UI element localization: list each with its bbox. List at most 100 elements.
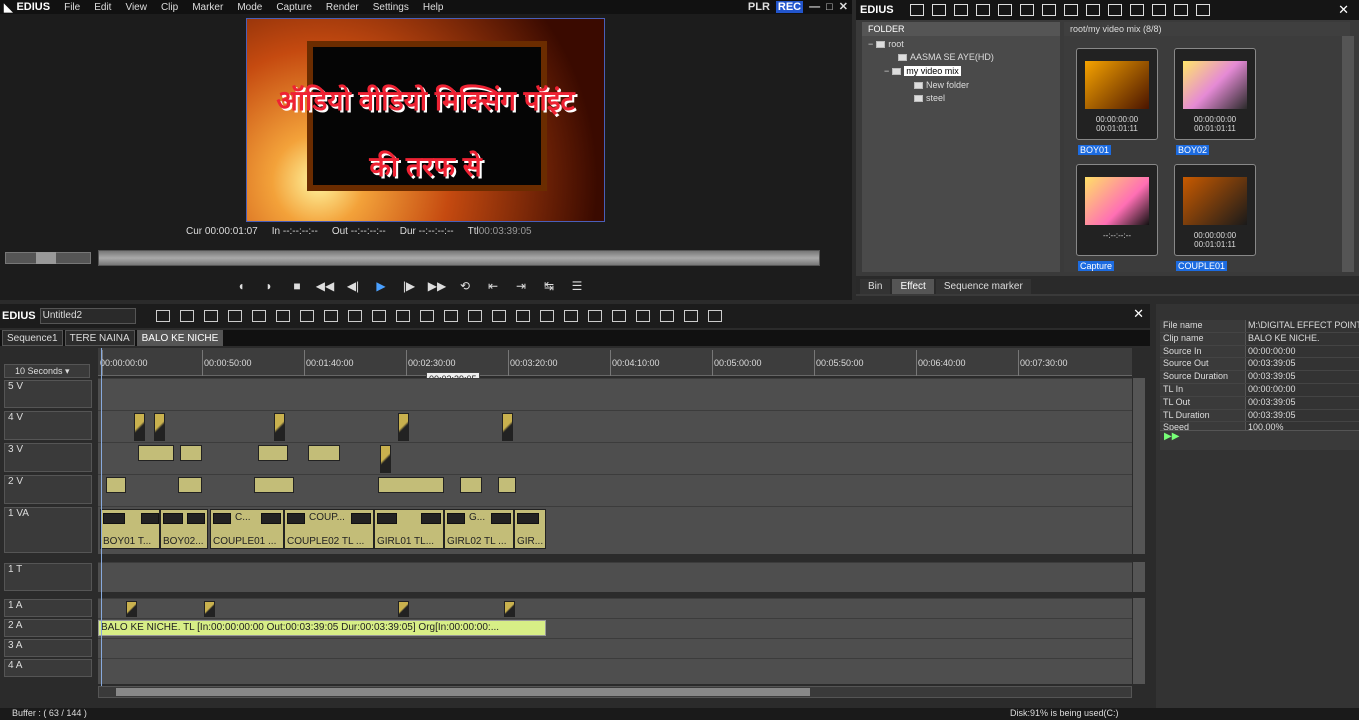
folder-icon[interactable] [909,4,924,16]
track-4v[interactable] [98,410,1132,442]
track-header-5v[interactable]: 5 V [4,380,92,408]
collapse-icon[interactable]: − [884,66,889,76]
tab-tere-naina[interactable]: TERE NAINA [64,330,135,346]
title-tool-icon[interactable] [563,310,578,322]
playhead[interactable] [101,348,102,686]
title-track-scrollbar[interactable] [1133,562,1145,592]
up-folder-icon[interactable] [953,4,968,16]
tab-sequence1[interactable]: Sequence1 [2,330,63,346]
rewind-icon[interactable]: ◀◀ [314,277,336,295]
menu-file[interactable]: File [64,2,80,13]
time-ruler[interactable]: 00:00:00:00 00:00:50:00 00:01:40:00 00:0… [98,348,1132,376]
plr-rec-switch[interactable]: PLR REC — □ ✕ [748,0,848,13]
sync-lock-icon[interactable] [443,310,458,322]
clip-thumbnail[interactable]: 00:00:00:00 00:01:01:11 [1174,164,1256,256]
collapse-icon[interactable]: − [868,39,873,49]
tree-node-new-folder[interactable]: New folder [914,80,969,90]
menu-mode[interactable]: Mode [237,2,262,13]
delete-icon[interactable] [323,310,338,322]
color-bars-icon[interactable] [1019,4,1034,16]
copy-icon[interactable] [1063,4,1078,16]
step-back-icon[interactable]: ◀| [342,277,364,295]
delete-icon[interactable] [1129,4,1144,16]
menu-render[interactable]: Render [326,2,359,13]
tab-balo-ke-niche[interactable]: BALO KE NICHE [136,330,224,346]
video-clip[interactable] [180,445,202,461]
three-point-icon[interactable]: ↹ [538,277,560,295]
menu-edit[interactable]: Edit [94,2,111,13]
track-header-1va[interactable]: 1 VA [4,507,92,553]
copy-icon[interactable] [251,310,266,322]
insert-mode-icon[interactable] [419,310,434,322]
snap-icon[interactable] [467,310,482,322]
open-project-icon[interactable] [179,310,194,322]
video-clip[interactable] [254,477,294,493]
clip-thumbnail[interactable]: 00:00:00:00 00:01:01:11 [1174,48,1256,140]
filter-list[interactable]: ▶▶ [1160,430,1359,450]
transition-icon[interactable] [539,310,554,322]
overwrite-icon[interactable]: ⇥ [510,277,532,295]
minimize-icon[interactable]: — [809,1,820,13]
transition-marker[interactable] [380,445,391,473]
insert-icon[interactable]: ⇤ [482,277,504,295]
video-clip[interactable] [498,477,516,493]
window-icon[interactable] [1195,4,1210,16]
sequence-name-field[interactable]: Untitled2 [39,308,136,324]
marker-icon[interactable] [515,310,530,322]
undo-icon[interactable] [371,310,386,322]
track-header-1a[interactable]: 1 A [4,599,92,617]
track-1t[interactable] [98,562,1132,592]
transition-marker[interactable] [274,413,285,441]
timeline-scroll-thumb[interactable] [116,688,810,696]
video-clip[interactable] [258,445,288,461]
close-icon[interactable]: ✕ [839,0,848,13]
search-icon[interactable] [931,4,946,16]
play-icon[interactable]: ▶ [370,277,392,295]
video-clip-boy01[interactable]: BOY01 T... [100,509,160,549]
audio-transition[interactable] [126,601,137,617]
export-icon[interactable]: ☰ [566,277,588,295]
video-clip-girl03[interactable]: GIR... [514,509,546,549]
menu-capture[interactable]: Capture [276,2,312,13]
clip-name[interactable]: COUPLE01 [1176,261,1228,271]
video-clip[interactable] [308,445,340,461]
step-forward-icon[interactable]: |▶ [398,277,420,295]
tab-sequence-marker[interactable]: Sequence marker [935,279,1031,294]
track-2a[interactable]: BALO KE NICHE. TL [In:00:00:00:00 Out:00… [98,618,1132,638]
player-scrubber[interactable] [98,250,820,266]
set-out-icon[interactable]: ◗ [258,277,280,295]
grid-icon[interactable] [635,310,650,322]
shuttle-knob[interactable] [36,252,56,264]
track-header-4v[interactable]: 4 V [4,411,92,440]
video-clip[interactable] [460,477,482,493]
stop-icon[interactable]: ■ [286,277,308,295]
microphone-icon[interactable] [587,310,602,322]
track-2v[interactable] [98,474,1132,506]
menu-clip[interactable]: Clip [161,2,178,13]
layout-icon[interactable] [707,310,722,322]
audio-transition[interactable] [398,601,409,617]
track-1a[interactable] [98,598,1132,618]
video-clip-couple01[interactable]: C... COUPLE01 ... [210,509,284,549]
add-cut-icon[interactable] [491,310,506,322]
track-header-1t[interactable]: 1 T [4,563,92,591]
video-clip-couple02[interactable]: COUP... COUPLE02 TL ... [284,509,374,549]
fast-forward-icon[interactable]: ▶▶ [426,277,448,295]
paste-icon[interactable] [1085,4,1100,16]
save-icon[interactable] [203,310,218,322]
track-5v[interactable] [98,378,1132,410]
tree-node-root[interactable]: − root [868,39,904,49]
clip-name[interactable]: Capture [1078,261,1115,271]
clip-name[interactable]: BOY01 [1078,145,1112,155]
menu-view[interactable]: View [125,2,147,13]
transition-marker[interactable] [154,413,165,441]
timeline-close-icon[interactable]: ✕ [1133,306,1144,322]
loop-icon[interactable]: ⟲ [454,277,476,295]
filter-icon[interactable]: ▶▶ [1164,431,1179,442]
tree-node-aasma[interactable]: AASMA SE AYE(HD) [898,52,994,62]
color-icon[interactable] [683,310,698,322]
video-clip-girl02[interactable]: G... GIRL02 TL ... [444,509,514,549]
track-header-3v[interactable]: 3 V [4,443,92,472]
rec-button[interactable]: REC [775,0,804,13]
track-3v[interactable] [98,442,1132,474]
